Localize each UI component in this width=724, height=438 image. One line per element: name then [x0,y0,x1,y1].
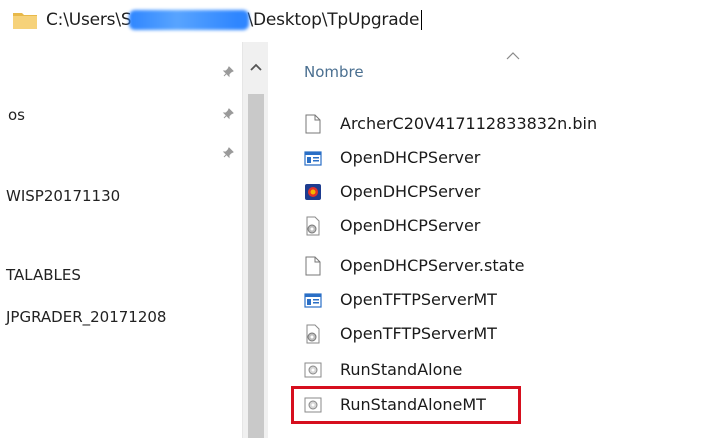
file-name: OpenTFTPServerMT [340,290,497,309]
window-app-icon [304,293,322,308]
file-name: OpenDHCPServer [340,148,481,167]
address-path[interactable]: C:\Users\S \Desktop\TpUpgrade [46,10,423,30]
pin-icon[interactable] [222,147,234,159]
file-row[interactable]: OpenTFTPServerMT [300,318,700,350]
highlight-box [291,386,521,424]
file-row[interactable]: OpenTFTPServerMT [300,284,700,316]
colored-app-icon [305,184,321,200]
file-name: OpenTFTPServerMT [340,324,497,343]
blank-file-icon [305,256,321,276]
window-app-icon [304,151,322,166]
blank-file-icon [305,114,321,134]
nav-item[interactable]: JPGRADER_20171208 [6,308,166,326]
nav-item[interactable]: WISP20171130 [6,187,120,205]
batch-file-icon [304,362,322,378]
address-bar[interactable]: C:\Users\S \Desktop\TpUpgrade [0,0,724,43]
file-name: ArcherC20V417112833832n.bin [340,114,598,133]
text-caret [421,10,423,30]
file-name: RunStandAlone [340,360,463,379]
address-path-end: \Desktop\TpUpgrade [247,10,420,30]
file-list-pane: Nombre ArcherC20V417112833832n.bin OpenD… [268,42,724,438]
file-row[interactable]: OpenDHCPServer [300,142,700,174]
file-row[interactable]: RunStandAlone [300,354,700,386]
file-row[interactable]: OpenDHCPServer [300,176,700,208]
pin-icon[interactable] [222,108,234,120]
scroll-up-arrow-icon[interactable] [249,62,263,72]
file-name: OpenDHCPServer.state [340,256,525,275]
nav-scrollbar[interactable] [242,42,270,438]
file-name: OpenDHCPServer [340,216,481,235]
column-header-name[interactable]: Nombre [304,63,364,81]
navigation-pane: os WISP20171130 TALABLES JPGRADER_201712… [0,42,242,438]
pin-icon[interactable] [222,66,234,78]
file-row[interactable]: OpenDHCPServer [300,210,700,242]
config-file-icon [306,216,320,236]
address-path-start: C:\Users\S [46,10,132,30]
folder-icon [13,13,37,29]
config-file-icon [306,324,320,344]
nav-item[interactable]: TALABLES [6,266,81,284]
sort-ascending-icon [506,52,520,60]
file-row[interactable]: ArcherC20V417112833832n.bin [300,108,700,140]
redaction-blur [129,10,250,30]
nav-item[interactable]: os [8,106,25,124]
file-name: OpenDHCPServer [340,182,481,201]
file-row[interactable]: OpenDHCPServer.state [300,250,700,282]
scrollbar-thumb[interactable] [248,94,264,438]
